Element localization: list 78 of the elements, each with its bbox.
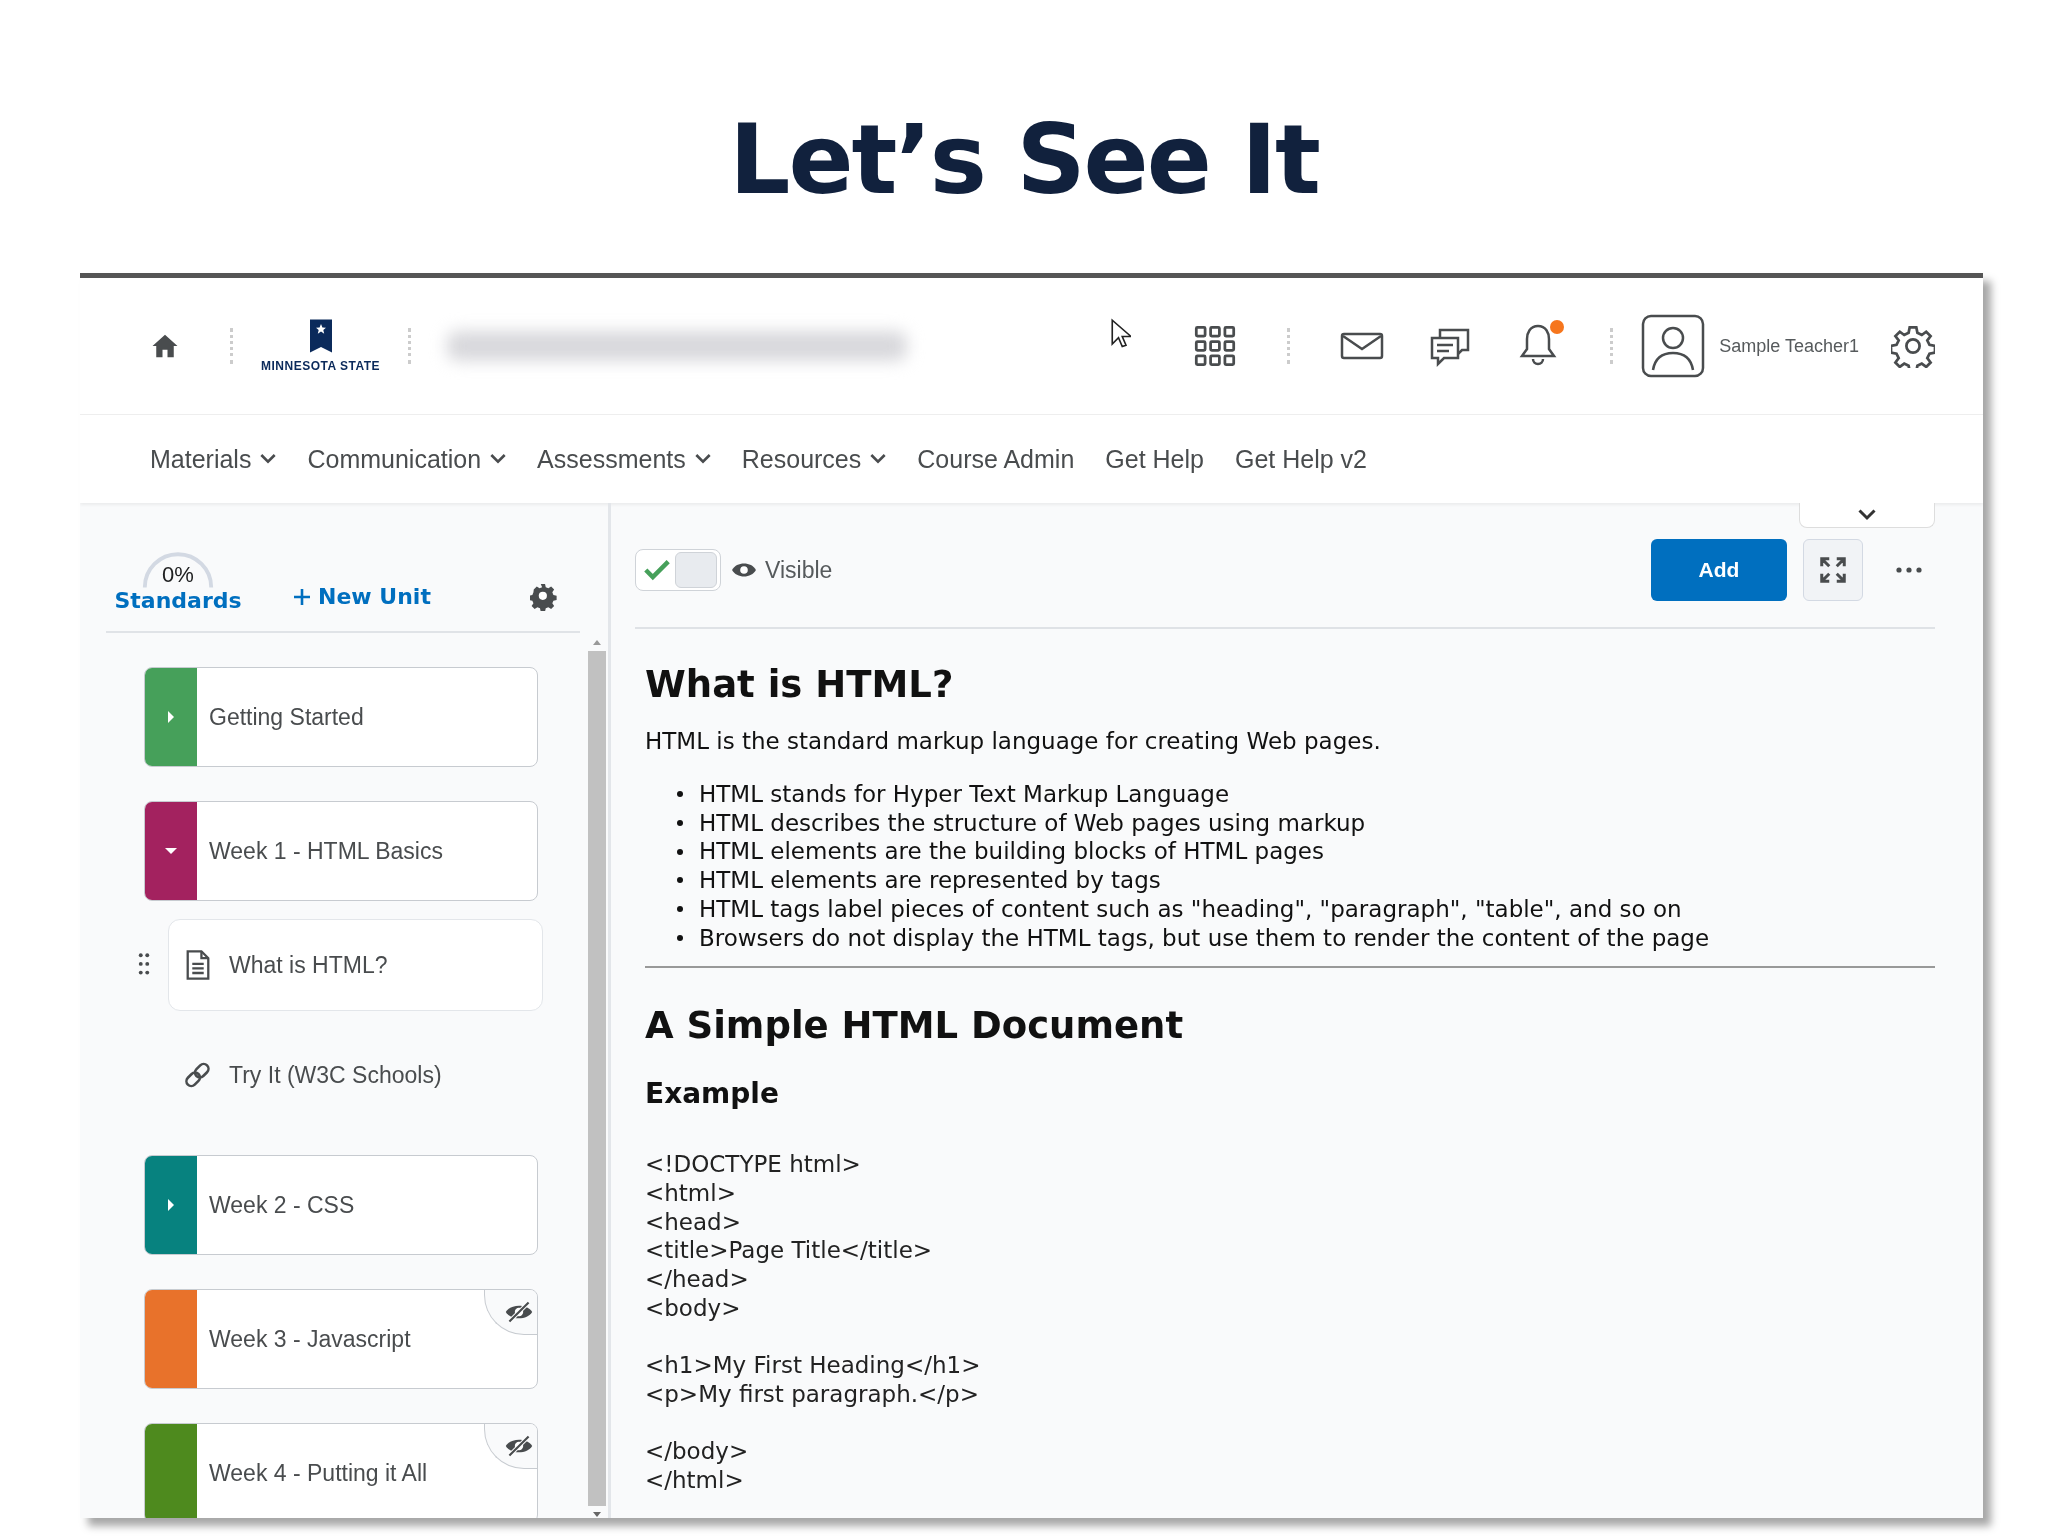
nav-menu-item[interactable]: Course Admin	[917, 444, 1075, 474]
code-line: <html>	[645, 1178, 737, 1208]
unit-title: Getting Started	[209, 703, 364, 731]
visibility-label: Visible	[765, 556, 833, 584]
collapse-icon[interactable]	[164, 846, 178, 856]
expand-icon	[1818, 555, 1848, 585]
list-item: Browsers do not display the HTML tags, but use them to render the content of the page	[699, 923, 1710, 953]
add-button[interactable]: Add	[1651, 539, 1787, 601]
check-icon	[643, 558, 671, 582]
nav-menu-item[interactable]: Resources	[741, 444, 887, 474]
nav-menu-item[interactable]: Assessments	[537, 444, 711, 474]
grid-icon[interactable]	[1193, 324, 1238, 368]
subheading: Example	[645, 1077, 780, 1111]
list-item: HTML elements are represented by tags	[699, 866, 1161, 895]
code-line: <p>My first paragraph.</p>	[645, 1379, 980, 1409]
chevron-down-icon	[1858, 509, 1876, 521]
eye-slash-icon	[504, 1433, 534, 1458]
visibility-toggle[interactable]	[635, 549, 721, 591]
list-item: HTML elements are the building blocks of HTML pages	[699, 837, 1324, 867]
unit-card[interactable]: Week 4 - Putting it All	[144, 1423, 538, 1518]
expand-icon[interactable]	[166, 710, 176, 724]
code-line: <body>	[645, 1293, 742, 1323]
logo-text: MINNESOTA STATE	[261, 359, 381, 373]
code-line: </html>	[645, 1465, 745, 1495]
slide-title: Let’s See It	[729, 112, 1319, 208]
paragraph: HTML is the standard markup language for creating Web pages.	[645, 728, 1382, 754]
nav-menu-item[interactable]: Get Help v2	[1235, 444, 1367, 474]
scroll-up-icon[interactable]	[592, 639, 602, 645]
more-icon[interactable]	[1895, 566, 1923, 574]
eye-slash-icon	[504, 1299, 534, 1324]
topic-item[interactable]: What is HTML?	[168, 919, 543, 1011]
bullet-icon	[677, 848, 683, 855]
standards-link[interactable]: Standards	[114, 588, 242, 613]
new-unit-link[interactable]: New Unit	[292, 584, 431, 609]
expand-icon[interactable]	[166, 1198, 176, 1212]
list-item: HTML describes the structure of Web pages using markup	[699, 808, 1366, 838]
topic-title: What is HTML?	[229, 951, 388, 979]
bullet-icon	[677, 877, 683, 884]
heading: A Simple HTML Document	[645, 1004, 1185, 1048]
unit-title: Week 3 - Javascript	[209, 1325, 411, 1353]
unit-title: Week 2 - CSS	[209, 1191, 355, 1219]
logo-icon	[309, 319, 332, 353]
unit-title: Week 4 - Putting it All	[209, 1459, 428, 1487]
list-item: HTML stands for Hyper Text Markup Language	[699, 780, 1230, 809]
fullscreen-button[interactable]	[1803, 539, 1863, 601]
topic-title: Try It (W3C Schools)	[229, 1061, 442, 1089]
scroll-down-icon[interactable]	[592, 1512, 602, 1518]
list-item: HTML tags label pieces of content such as "heading", "paragraph", "table", and so on	[699, 894, 1682, 924]
unit-title: Week 1 - HTML Basics	[209, 837, 443, 865]
bullet-icon	[677, 934, 683, 941]
unit-card[interactable]: Getting Started	[144, 667, 538, 767]
code-line: </body>	[645, 1437, 750, 1466]
logo[interactable]: MINNESOTA STATE	[261, 319, 381, 373]
code-line: <title>Page Title</title>	[645, 1236, 934, 1266]
avatar-icon[interactable]	[1641, 314, 1706, 378]
unit-card[interactable]: Week 2 - CSS	[144, 1155, 538, 1255]
progress-value: 0%	[162, 562, 194, 588]
bullet-icon	[677, 820, 683, 827]
heading: What is HTML?	[645, 663, 955, 706]
collapse-tab[interactable]	[1799, 503, 1935, 528]
code-line: <h1>My First Heading</h1>	[645, 1351, 982, 1380]
bullet-icon	[677, 906, 683, 913]
settings-icon[interactable]	[1891, 324, 1935, 368]
bullet-icon	[677, 791, 683, 798]
nav-menu-item[interactable]: Materials	[150, 444, 277, 474]
unit-card[interactable]: Week 1 - HTML Basics	[144, 801, 538, 901]
code-line: <head>	[645, 1207, 742, 1237]
pointer-icon	[1111, 318, 1132, 350]
nav-menu-item[interactable]: Communication	[307, 444, 507, 474]
code-line: </head>	[645, 1265, 750, 1294]
nav-menu-item[interactable]: Get Help	[1105, 444, 1204, 474]
plus-icon	[292, 586, 312, 607]
user-name[interactable]: Sample Teacher1	[1719, 335, 1859, 357]
eye-icon	[731, 561, 757, 579]
code-line: <!DOCTYPE html>	[645, 1150, 862, 1179]
unit-card[interactable]: Week 3 - Javascript	[144, 1289, 538, 1389]
topic-item[interactable]: Try It (W3C Schools)	[168, 1029, 543, 1121]
settings-icon[interactable]	[530, 583, 558, 611]
